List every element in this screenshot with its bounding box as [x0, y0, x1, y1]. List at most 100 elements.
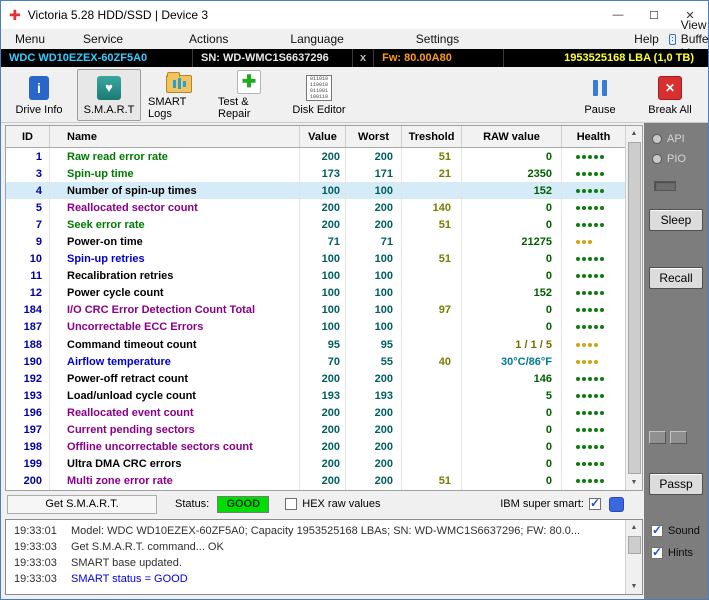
menu-item-actions[interactable]: Actions — [179, 32, 238, 46]
table-row[interactable]: 10 Spin-up retries 100 100 51 0 — [6, 250, 625, 268]
table-row[interactable]: 198 Offline uncorrectable sectors count … — [6, 438, 625, 456]
attr-worst: 95 — [346, 336, 402, 354]
health-dot — [600, 222, 604, 227]
drive-info-button[interactable]: i Drive Info — [7, 69, 71, 121]
table-row[interactable]: 184 I/O CRC Error Detection Count Total … — [6, 301, 625, 319]
table-row[interactable]: 187 Uncorrectable ECC Errors 100 100 0 — [6, 318, 625, 337]
table-row[interactable]: 4 Number of spin-up times 100 100 152 — [6, 182, 625, 200]
table-row[interactable]: 11 Recalibration retries 100 100 0 — [6, 267, 625, 285]
buffer-icon — [668, 33, 676, 45]
device-serial: SN: WD-WMC1S6637296 — [193, 49, 353, 67]
log-line: 19:33:01 Model: WDC WD10EZEX-60ZF5A0; Ca… — [14, 523, 625, 539]
attr-worst: 100 — [346, 182, 402, 200]
attr-treshold — [402, 284, 462, 302]
tiny-right-button[interactable] — [670, 431, 687, 444]
menu-item-language[interactable]: Language — [280, 32, 353, 46]
health-dot — [576, 171, 580, 176]
menu-item-help[interactable]: Help — [624, 32, 669, 46]
attr-worst: 200 — [346, 199, 402, 217]
log-scrollbar[interactable]: ▲ ▼ — [625, 520, 642, 594]
smart-button[interactable]: ♥ S.M.A.R.T — [77, 68, 141, 121]
sleep-button[interactable]: Sleep — [649, 209, 703, 231]
hex-raw-values-checkbox[interactable]: HEX raw values — [285, 498, 381, 510]
table-row[interactable]: 12 Power cycle count 100 100 152 — [6, 284, 625, 302]
table-row[interactable]: 197 Current pending sectors 200 200 0 — [6, 421, 625, 439]
health-dot — [582, 154, 586, 159]
smart-logs-button[interactable]: SMART Logs — [147, 69, 211, 121]
attr-value: 200 — [300, 216, 346, 234]
table-row[interactable]: 190 Airflow temperature 70 55 40 30°C/86… — [6, 353, 625, 371]
api-radio[interactable]: API — [652, 133, 685, 145]
menu-item-service[interactable]: Service — [73, 32, 133, 46]
break-all-label: Break All — [648, 103, 692, 116]
maximize-button[interactable]: ☐ — [636, 1, 672, 29]
attr-value: 173 — [300, 165, 346, 183]
device-info-bar: WDC WD10EZEX-60ZF5A0 SN: WD-WMC1S6637296… — [1, 49, 708, 67]
blue-indicator-button[interactable] — [609, 496, 624, 512]
table-scroll-thumb[interactable] — [627, 142, 641, 474]
attr-worst: 193 — [346, 387, 402, 405]
table-row[interactable]: 199 Ultra DMA CRC errors 200 200 0 — [6, 455, 625, 473]
scroll-up-icon[interactable]: ▲ — [626, 126, 642, 141]
attr-health — [562, 410, 625, 415]
header-raw-value: RAW value — [462, 126, 562, 147]
scroll-down-icon[interactable]: ▼ — [626, 475, 642, 490]
attr-treshold: 51 — [402, 472, 462, 490]
device-bar-x-button[interactable]: x — [353, 49, 375, 67]
health-dot — [576, 342, 580, 347]
test-repair-button[interactable]: ✚ Test & Repair — [217, 69, 281, 121]
table-row[interactable]: 193 Load/unload cycle count 193 193 5 — [6, 387, 625, 405]
ibm-super-smart-checkbox[interactable]: IBM super smart: — [500, 496, 601, 510]
health-dot — [594, 308, 598, 313]
table-scrollbar[interactable]: ▲ ▼ — [625, 126, 642, 490]
table-row[interactable]: 192 Power-off retract count 200 200 146 — [6, 370, 625, 388]
health-dot — [600, 291, 604, 296]
health-dot — [600, 205, 604, 210]
log-scroll-thumb[interactable] — [627, 536, 641, 554]
table-row[interactable]: 9 Power-on time 71 71 21275 — [6, 233, 625, 251]
tiny-left-button[interactable] — [649, 431, 666, 444]
scroll-down-icon[interactable]: ▼ — [626, 579, 642, 594]
health-dot — [600, 188, 604, 193]
health-dot — [576, 410, 580, 415]
attr-worst: 171 — [346, 165, 402, 183]
attr-id: 11 — [6, 267, 50, 285]
hints-checkbox[interactable]: Hints — [651, 545, 693, 559]
table-row[interactable]: 200 Multi zone error rate 200 200 51 0 — [6, 472, 625, 490]
table-row[interactable]: 5 Reallocated sector count 200 200 140 0 — [6, 199, 625, 217]
log-lines: 19:33:01 Model: WDC WD10EZEX-60ZF5A0; Ca… — [6, 520, 625, 594]
break-all-button[interactable]: ✕ Break All — [638, 69, 702, 121]
attr-raw-value: 0 — [462, 438, 562, 456]
scroll-up-icon[interactable]: ▲ — [626, 520, 642, 535]
health-dot — [588, 291, 592, 296]
get-smart-button[interactable]: Get S.M.A.R.T. — [7, 494, 157, 514]
health-dot — [600, 410, 604, 415]
table-row[interactable]: 188 Command timeout count 95 95 1 / 1 / … — [6, 336, 625, 354]
attr-name: Spin-up time — [50, 165, 300, 183]
log-line: 19:33:03 SMART base updated. — [14, 555, 625, 571]
attr-id: 4 — [6, 182, 50, 200]
attr-raw-value: 0 — [462, 472, 562, 490]
table-row[interactable]: 1 Raw read error rate 200 200 51 0 — [6, 148, 625, 166]
health-dot — [588, 240, 592, 245]
health-dot — [582, 274, 586, 279]
table-row[interactable]: 196 Reallocated event count 200 200 0 — [6, 404, 625, 422]
attr-treshold — [402, 370, 462, 388]
attr-health — [562, 308, 625, 313]
pio-radio[interactable]: PIO — [652, 153, 686, 165]
attr-health — [562, 188, 625, 193]
health-dot — [576, 257, 580, 262]
minimize-button[interactable]: — — [600, 1, 636, 29]
attr-raw-value: 0 — [462, 148, 562, 166]
menu-item-settings[interactable]: Settings — [406, 32, 469, 46]
passp-button[interactable]: Passp — [649, 473, 703, 495]
hex-editor-icon: 011010 110010 011001 100110 — [306, 74, 332, 102]
menu-item-menu[interactable]: Menu — [5, 32, 55, 46]
disk-editor-button[interactable]: 011010 110010 011001 100110 Disk Editor — [287, 69, 351, 121]
attr-worst: 200 — [346, 404, 402, 422]
table-row[interactable]: 3 Spin-up time 173 171 21 2350 — [6, 165, 625, 183]
sound-checkbox[interactable]: Sound — [651, 523, 700, 537]
table-row[interactable]: 7 Seek error rate 200 200 51 0 — [6, 216, 625, 234]
pause-button[interactable]: Pause — [568, 69, 632, 121]
recall-button[interactable]: Recall — [649, 267, 703, 289]
